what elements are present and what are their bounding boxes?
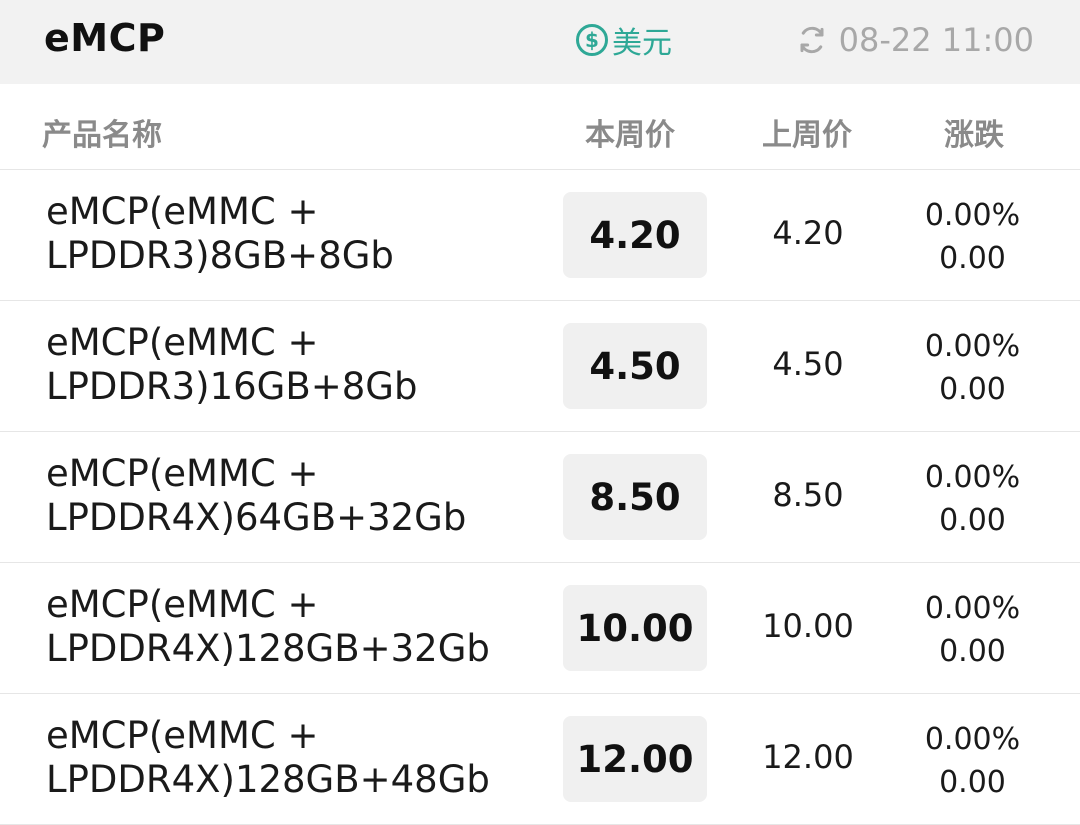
product-name: eMCP(eMMC + LPDDR3)8GB+8Gb [46, 190, 394, 277]
dollar-coin-icon: $ [576, 24, 608, 56]
change-absolute: 0.00 [939, 634, 1006, 669]
this-week-price: 4.50 [563, 323, 707, 409]
change-percent: 0.00% [924, 329, 1021, 364]
this-week-price: 8.50 [563, 454, 707, 540]
change-absolute: 0.00 [939, 503, 1006, 538]
currency-label: 美元 [612, 26, 672, 61]
column-header-this-week[interactable]: 本周价 [585, 110, 675, 154]
last-week-price: 12.00 [762, 738, 854, 776]
column-header-change[interactable]: 涨跌 [944, 110, 1004, 154]
refresh-icon [800, 26, 824, 54]
change-percent: 0.00% [924, 198, 1021, 233]
table-row[interactable]: eMCP(eMMC + LPDDR3)8GB+8Gb 4.20 4.20 0.0… [0, 170, 1080, 301]
price-change: 0.00% 0.00 [900, 456, 1045, 542]
top-bar: eMCP $ 美元 08-22 11:00 [0, 0, 1080, 84]
price-change: 0.00% 0.00 [900, 325, 1045, 411]
price-change: 0.00% 0.00 [900, 718, 1045, 804]
this-week-price: 10.00 [563, 585, 707, 671]
update-time: 08-22 11:00 [838, 21, 1034, 59]
price-change: 0.00% 0.00 [900, 194, 1045, 280]
table-header: 产品名称 本周价 上周价 涨跌 [0, 84, 1080, 170]
column-header-last-week[interactable]: 上周价 [762, 110, 852, 154]
change-percent: 0.00% [924, 591, 1021, 626]
product-name: eMCP(eMMC + LPDDR4X)128GB+32Gb [46, 583, 490, 670]
product-name: eMCP(eMMC + LPDDR4X)64GB+32Gb [46, 452, 467, 539]
table-row[interactable]: eMCP(eMMC + LPDDR4X)64GB+32Gb 8.50 8.50 … [0, 432, 1080, 563]
column-header-name[interactable]: 产品名称 [42, 110, 162, 154]
change-absolute: 0.00 [939, 372, 1006, 407]
table-row[interactable]: eMCP(eMMC + LPDDR3)16GB+8Gb 4.50 4.50 0.… [0, 301, 1080, 432]
currency-switch-button[interactable]: $ 美元 [576, 20, 672, 61]
change-percent: 0.00% [924, 722, 1021, 757]
last-week-price: 4.50 [772, 345, 844, 383]
refresh-button[interactable]: 08-22 11:00 [797, 20, 1034, 60]
this-week-price: 4.20 [563, 192, 707, 278]
price-change: 0.00% 0.00 [900, 587, 1045, 673]
change-absolute: 0.00 [939, 241, 1006, 276]
last-week-price: 4.20 [772, 214, 844, 252]
this-week-price: 12.00 [563, 716, 707, 802]
last-week-price: 8.50 [772, 476, 844, 514]
product-name: eMCP(eMMC + LPDDR4X)128GB+48Gb [46, 714, 490, 801]
page-title: eMCP [44, 16, 166, 60]
price-table: eMCP(eMMC + LPDDR3)8GB+8Gb 4.20 4.20 0.0… [0, 170, 1080, 825]
last-week-price: 10.00 [762, 607, 854, 645]
change-percent: 0.00% [924, 460, 1021, 495]
change-absolute: 0.00 [939, 765, 1006, 800]
table-row[interactable]: eMCP(eMMC + LPDDR4X)128GB+48Gb 12.00 12.… [0, 694, 1080, 825]
table-row[interactable]: eMCP(eMMC + LPDDR4X)128GB+32Gb 10.00 10.… [0, 563, 1080, 694]
product-name: eMCP(eMMC + LPDDR3)16GB+8Gb [46, 321, 418, 408]
